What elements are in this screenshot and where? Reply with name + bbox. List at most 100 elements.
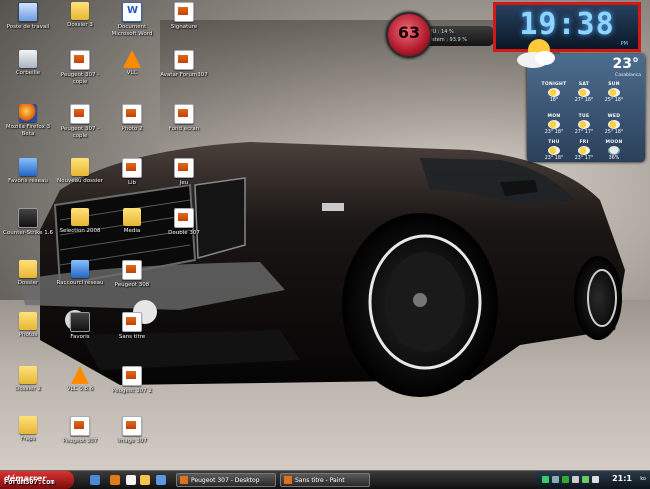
folder-icon [19,260,37,278]
recycle-bin-icon [19,50,37,68]
desktop: Poste de travail Corbeille Mozilla Firefox… [0,0,650,470]
forecast-low: 18° [614,130,624,135]
desktop-icon-label: Jeu [179,180,189,186]
desktop-icon[interactable]: Media [106,208,158,258]
desktop-icon[interactable]: Dossier [2,260,54,310]
desktop-icon[interactable]: Jeu [158,158,210,208]
desktop-icon[interactable]: Counter-Strike 1.6 [2,208,54,258]
quicklaunch-ie-icon[interactable] [90,475,100,485]
forecast-temps: 23° 18° [539,130,569,135]
game-icon [18,208,38,228]
desktop-icon-label: Avatar Forum307 [160,72,208,78]
sun-icon [548,120,560,129]
forecast-day-label: WED [607,114,621,119]
forecast-day: TONIGHT 18° [539,82,569,116]
quicklaunch-folder-icon[interactable] [140,475,150,485]
cpu-meter-gadget[interactable]: CPU : 14 % System : 93.9 % 63 [386,12,494,58]
desktop-icon[interactable]: Dossier 2 [2,366,54,416]
window-icon [284,476,292,484]
desktop-icon[interactable]: Raccourci réseau [54,260,106,310]
clock-ampm: PM [620,41,628,47]
desktop-icon-label: Favoris réseau [8,178,48,184]
desktop-icon[interactable]: Photos [2,312,54,362]
forecast-temps: 27° 18° [569,98,599,103]
image-icon [174,158,194,178]
forecast-temps: 18° [539,98,569,103]
desktop-icon-label: Lib [127,180,137,186]
forecast-day: SAT 27° 18° [569,82,599,116]
desktop-icon[interactable]: Double 307 [158,208,210,258]
desktop-icon[interactable]: Poste de travail [2,2,54,52]
image-icon [70,104,90,124]
desktop-icon[interactable]: Peugeot 307 2 [106,366,158,416]
desktop-icon[interactable]: Lib [106,158,158,208]
desktop-icon[interactable]: Document Microsoft Word [106,2,158,52]
desktop-icon[interactable]: Peugeot 307 [54,416,106,466]
desktop-icon[interactable]: Selection 2008 [54,208,106,258]
desktop-icon[interactable]: Mozilla Firefox 3 Beta [2,104,54,154]
desktop-icon[interactable]: Favoris réseau [2,158,54,208]
tray-network-icon[interactable] [542,476,549,483]
folder-icon [19,416,37,434]
forecast-day-label: THU [548,140,560,145]
tray-update-icon[interactable] [582,476,589,483]
forecast-temps: 23° 18° [539,156,569,161]
desktop-icon[interactable]: Favoris [54,312,106,362]
quicklaunch-media-icon[interactable] [156,475,166,485]
desktop-icon-label: Dossier [17,280,39,286]
sun-cloud-icon [517,39,555,68]
forecast-high: 23° [544,156,554,161]
desktop-icon[interactable]: Peugeot 307 - copie [54,50,106,100]
sun-icon [578,88,590,97]
tray-messenger-icon[interactable] [572,476,579,483]
moon-icon [548,88,560,97]
image-icon [70,416,90,436]
vlc-icon [123,50,141,68]
quicklaunch-firefox-icon[interactable] [110,475,120,485]
folder-icon [123,208,141,226]
weather-gadget[interactable]: 23° Casablanca TONIGHT 18° SAT 27° 18° SUN 2… [517,39,645,162]
desktop-icon[interactable]: VLC 0.8.6 [54,366,106,416]
desktop-icon[interactable]: Dossier 3 [54,2,106,52]
folder-icon [71,2,89,20]
forecast-temps: 27° 17° [569,130,599,135]
forecast-temps: 36% [599,156,629,161]
taskbar-button[interactable]: Sans titre - Paint [280,473,370,487]
desktop-icon-label: Selection 2008 [59,228,101,234]
system-tray: 21:1 ko [536,471,650,489]
desktop-icon[interactable]: VLC [106,50,158,100]
desktop-icon[interactable]: Fond écran [158,104,210,154]
desktop-icon[interactable]: Nouveau dossier [54,158,106,208]
tray-device-icon[interactable] [592,476,599,483]
desktop-icon[interactable]: Image 307 [106,416,158,466]
image-icon [122,260,142,280]
tray-clock[interactable]: 21:1 [612,474,632,483]
image-icon [122,158,142,178]
desktop-icon[interactable]: Corbeille [2,50,54,100]
forecast-day: MOON 36% [599,140,629,174]
taskbar-button[interactable]: Peugeot 307 - Desktop [176,473,276,487]
desktop-icon-label: Image 307 [117,438,147,444]
image-icon [122,416,142,436]
desktop-icon[interactable]: Fraps [2,416,54,466]
desktop-icon[interactable]: Peugeot 307 - copie [54,104,106,154]
desktop-icon[interactable]: Peugeot 308 [106,260,158,310]
tray-speaker-icon[interactable] [552,476,559,483]
forecast-high: 27° [574,98,584,103]
sun-icon [608,120,620,129]
forecast-low: 17° [584,130,594,135]
folder-icon [19,312,37,330]
image-icon [122,312,142,332]
network-icon [19,158,37,176]
desktop-icon-label: Favoris [70,334,90,340]
desktop-icon[interactable]: Photo 2 [106,104,158,154]
vlc-icon [71,366,89,384]
rain-icon [608,146,620,155]
desktop-icon[interactable]: Signature [158,2,210,52]
quicklaunch-desktop-icon[interactable] [126,475,136,485]
desktop-icon[interactable]: Avatar Forum307 [158,50,210,100]
desktop-icon-label: Media [123,228,141,234]
cpu-value: 63 [397,23,421,42]
desktop-icon[interactable]: Sans titre [106,312,158,362]
tray-antivirus-icon[interactable] [562,476,569,483]
